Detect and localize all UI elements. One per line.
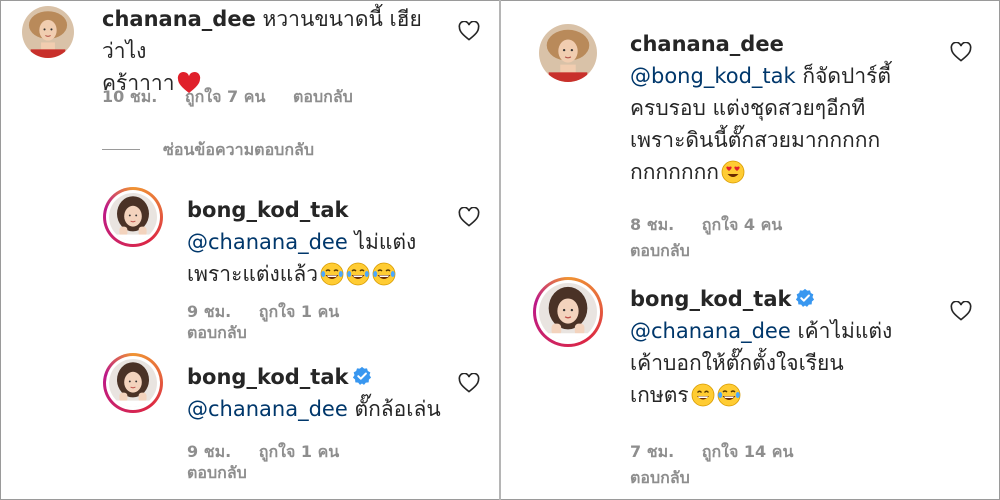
comment-username[interactable]: bong_kod_tak [630,287,791,311]
heart-outline-icon[interactable] [950,301,972,321]
laughing-tears-emoji-icon [346,262,370,286]
comment-meta: 7 ชม. ถูกใจ 14 คน [630,440,815,465]
reply-username[interactable]: bong_kod_tak [187,365,348,389]
heart-outline-icon[interactable] [458,21,480,41]
profile-photo-icon [109,193,157,241]
mention-link[interactable]: @chanana_dee [187,397,348,421]
reply-text: ไม่แต่ง [354,230,417,254]
reply-button[interactable]: ตอบกลับ [187,461,247,486]
reply-likes[interactable]: ถูกใจ 1 คน [259,302,339,321]
reply-text-line2: เพราะแต่งแล้ว [187,262,318,286]
reply-bong-kod-tak-2: bong_kod_tak @chanana_dee ตั๊กล้อเล่น [187,361,447,425]
comment-meta: 8 ชม. ถูกใจ 4 คน [630,213,804,238]
heart-outline-icon[interactable] [458,373,480,393]
mention-link[interactable]: @bong_kod_tak [630,64,796,88]
comment-chanana-dee: chanana_dee @bong_kod_tak ก็จัดปาร์ตี้ ค… [630,28,950,188]
verified-badge-icon [352,366,372,386]
verified-badge-icon [795,288,815,308]
laughing-tears-emoji-icon [717,383,741,407]
right-panel: chanana_dee @bong_kod_tak ก็จัดปาร์ตี้ ค… [501,0,1000,500]
avatar-picture [539,283,597,341]
comment-text-line2: เค้าบอกให้ตั๊กตั้งใจเรียน [630,351,844,375]
laughing-tears-emoji-icon [320,262,344,286]
comment-time: 7 ชม. [630,442,675,461]
avatar-bong-kod-tak[interactable] [103,187,163,247]
comment-text: เค้าไม่แต่ง [797,319,893,343]
profile-photo-icon [539,283,597,341]
avatar-chanana-dee[interactable] [539,24,597,82]
hide-replies-button[interactable]: ซ่อนข้อความตอบกลับ [163,138,314,163]
mention-link[interactable]: @chanana_dee [630,319,791,343]
left-panel: chanana_dee หวานขนาดนี้ เฮียว่าไง คร้าาา… [0,0,499,500]
reply-button[interactable]: ตอบกลับ [630,239,690,264]
hide-replies-line [102,149,140,150]
reply-bong-kod-tak-1: bong_kod_tak @chanana_dee ไม่แต่ง เพราะแ… [187,194,447,290]
comment-username[interactable]: chanana_dee [630,32,784,56]
comment-username[interactable]: chanana_dee [102,7,256,31]
reply-time: 9 ชม. [187,302,232,321]
comment-time: 10 ชม. [102,87,158,106]
avatar-bong-kod-tak[interactable] [533,277,603,347]
comment-text-line3: เกษตร [630,383,689,407]
heart-eyes-emoji-icon [721,160,745,184]
reply-likes[interactable]: ถูกใจ 1 คน [259,442,339,461]
avatar-chanana-dee[interactable] [22,6,74,58]
comment-likes[interactable]: ถูกใจ 14 คน [702,442,794,461]
comment-likes[interactable]: ถูกใจ 4 คน [702,215,782,234]
comment-text-line4: กกกกกกก [630,160,720,184]
reply-text: ตั๊กล้อเล่น [354,397,441,421]
comment-likes[interactable]: ถูกใจ 7 คน [185,87,265,106]
heart-outline-icon[interactable] [458,207,480,227]
heart-outline-icon[interactable] [950,42,972,62]
avatar-picture [109,359,157,407]
comment-meta: 10 ชม. ถูกใจ 7 คน ตอบกลับ [102,85,375,110]
comment-text-line2: ครบรอบ แต่งชุดสวยๆอีกที [630,96,866,120]
reply-button[interactable]: ตอบกลับ [187,321,247,346]
grinning-emoji-icon [691,383,715,407]
reply-button[interactable]: ตอบกลับ [293,87,353,106]
reply-username[interactable]: bong_kod_tak [187,198,348,222]
profile-photo-icon [539,24,597,82]
avatar-picture [109,193,157,241]
profile-photo-icon [22,6,74,58]
comment-text-line3: เพราะดินนี้ตั๊กสวยมากกกกก [630,128,881,152]
comment-text: ก็จัดปาร์ตี้ [802,64,892,88]
reply-time: 9 ชม. [187,442,232,461]
profile-photo-icon [109,359,157,407]
comment-time: 8 ชม. [630,215,675,234]
reply-button[interactable]: ตอบกลับ [630,466,690,491]
comment-bong-kod-tak: bong_kod_tak @chanana_dee เค้าไม่แต่ง เค… [630,283,950,411]
mention-link[interactable]: @chanana_dee [187,230,348,254]
avatar-bong-kod-tak[interactable] [103,353,163,413]
laughing-tears-emoji-icon [372,262,396,286]
